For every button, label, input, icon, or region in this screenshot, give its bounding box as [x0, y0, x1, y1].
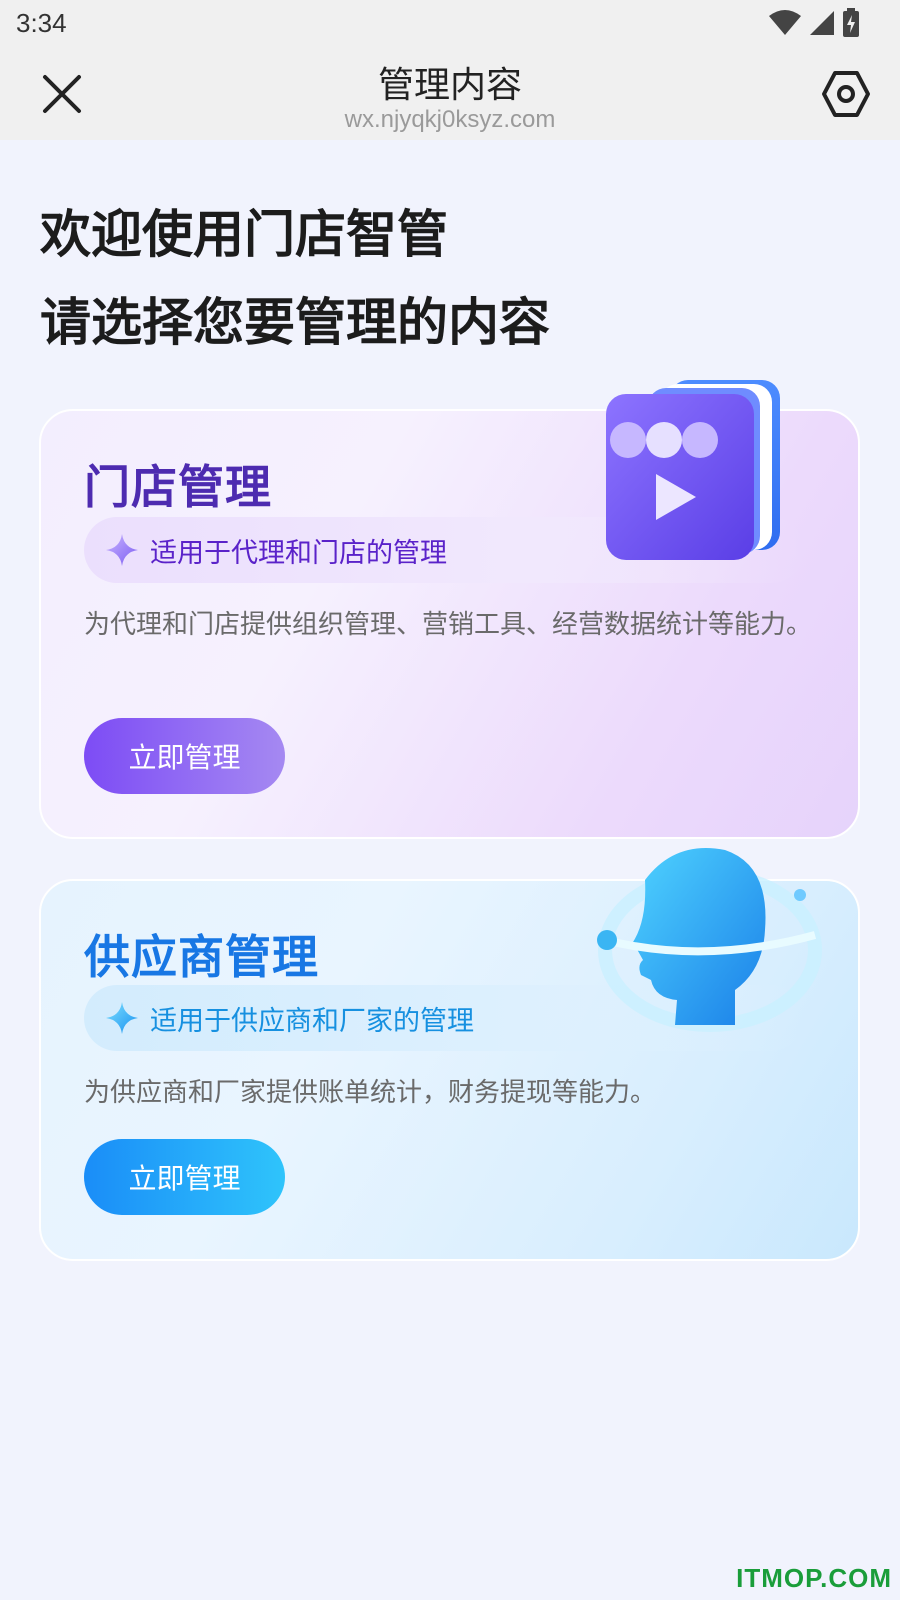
hexagon-settings-icon	[822, 71, 870, 117]
store-card-tag-text: 适用于代理和门店的管理	[150, 537, 447, 569]
store-play-icon	[606, 380, 780, 560]
store-manage-button[interactable]: 立即管理	[84, 718, 285, 794]
supplier-manage-button[interactable]: 立即管理	[84, 1139, 285, 1215]
signal-icon	[810, 11, 834, 35]
supplier-card-tag-text: 适用于供应商和厂家的管理	[150, 1005, 474, 1037]
battery-icon	[843, 8, 859, 37]
settings-button[interactable]	[820, 68, 872, 120]
welcome-line-1: 欢迎使用门店智管	[40, 206, 449, 265]
watermark: ITMOP.COM	[736, 1563, 892, 1593]
supplier-card-title: 供应商管理	[84, 930, 319, 984]
wifi-icon	[769, 10, 801, 35]
welcome-line-2: 请选择您要管理的内容	[40, 294, 551, 353]
store-card-description: 为代理和门店提供组织管理、营销工具、经营数据统计等能力。	[84, 610, 813, 640]
sparkle-icon	[106, 534, 138, 566]
status-bar: 3:34	[0, 0, 900, 50]
status-icons	[768, 8, 860, 38]
page-url: wx.njyqkj0ksyz.com	[344, 106, 556, 133]
store-card-title: 门店管理	[84, 460, 272, 514]
page-title: 管理内容	[377, 65, 522, 106]
head-orbit-icon	[597, 848, 822, 1032]
supplier-card-description: 为供应商和厂家提供账单统计，财务提现等能力。	[84, 1078, 657, 1108]
sparkle-icon	[106, 1002, 138, 1034]
welcome-heading: 欢迎使用门店智管 请选择您要管理的内容	[40, 192, 550, 368]
nav-bar: 管理内容 wx.njyqkj0ksyz.com	[0, 50, 900, 140]
status-time: 3:34	[16, 8, 67, 38]
